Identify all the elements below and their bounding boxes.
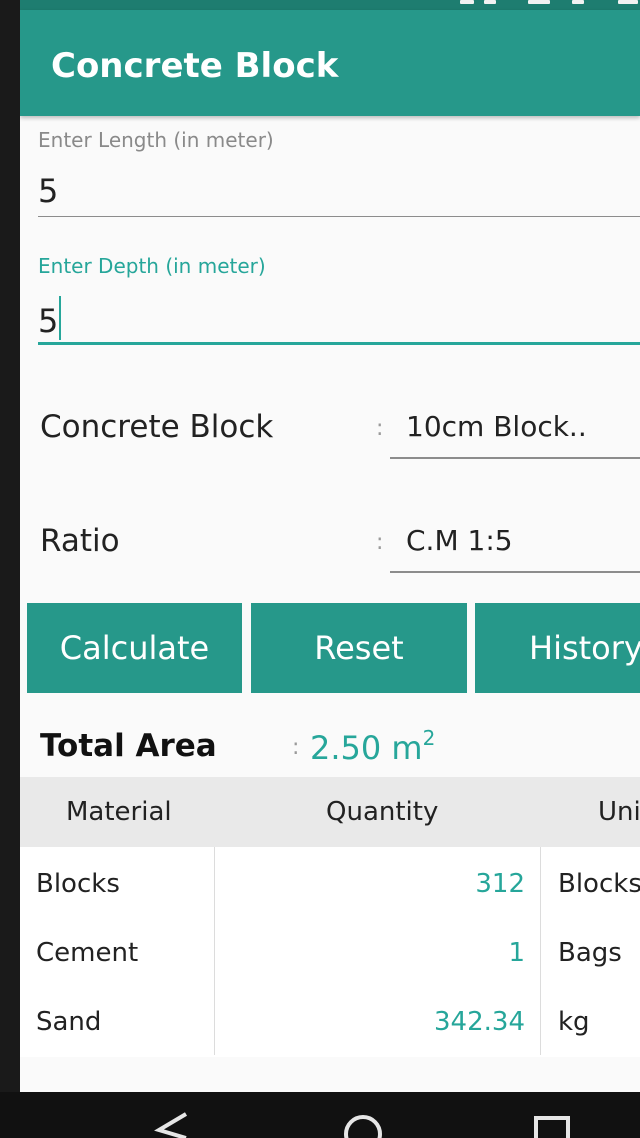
results-table-body: Blocks 312 Blocks Cement 1 Bags Sand 342… <box>20 847 640 1057</box>
column-divider <box>540 847 541 1055</box>
depth-input-value: 5 <box>38 302 59 340</box>
ratio-colon: : <box>376 530 384 555</box>
row-material: Blocks <box>36 869 120 899</box>
depth-input[interactable]: 5 <box>38 296 62 340</box>
row-quantity: 312 <box>475 869 525 899</box>
page-title: Concrete Block <box>51 46 339 86</box>
total-area-colon: : <box>292 735 300 760</box>
row-unit: kg <box>558 1007 590 1037</box>
navigation-bar-graphics <box>154 1112 570 1138</box>
status-bar <box>20 0 640 10</box>
depth-field-label: Enter Depth (in meter) <box>38 254 266 278</box>
reset-button[interactable]: Reset <box>251 603 467 693</box>
navigation-bar <box>0 1092 640 1138</box>
calculate-button[interactable]: Calculate <box>27 603 242 693</box>
total-area-number: 2.50 m <box>310 729 423 767</box>
battery-icon <box>528 0 550 4</box>
text-cursor <box>59 296 62 340</box>
row-unit: Bags <box>558 938 622 968</box>
notification-icon <box>572 0 584 4</box>
results-table-header: Material Quantity Uni <box>20 777 640 847</box>
row-quantity: 342.34 <box>434 1007 525 1037</box>
total-area-value: 2.50 m2 <box>310 726 435 767</box>
total-area-exponent: 2 <box>422 726 436 750</box>
header-material: Material <box>66 797 172 827</box>
length-input[interactable]: 5 <box>38 172 58 210</box>
wifi-icon <box>484 0 496 4</box>
concrete-block-label: Concrete Block <box>40 409 274 445</box>
concrete-block-select-underline <box>390 457 640 459</box>
total-area-label: Total Area <box>40 728 217 764</box>
concrete-block-colon: : <box>376 416 384 441</box>
header-quantity: Quantity <box>326 797 439 827</box>
clock-icon <box>618 0 638 4</box>
ratio-label: Ratio <box>40 523 120 559</box>
app-bar: Concrete Block <box>20 10 640 116</box>
app-screen: Concrete Block Enter Length (in meter) 5… <box>20 0 640 1092</box>
length-field-label: Enter Length (in meter) <box>38 128 274 152</box>
header-unit: Uni <box>598 797 640 827</box>
row-quantity: 1 <box>508 938 525 968</box>
row-unit: Blocks <box>558 869 640 899</box>
row-material: Sand <box>36 1007 102 1037</box>
ratio-select-underline <box>390 571 640 573</box>
signal-icon <box>460 0 474 4</box>
back-icon[interactable] <box>154 1112 188 1138</box>
history-button[interactable]: History <box>475 603 640 693</box>
column-divider <box>214 847 215 1055</box>
concrete-block-select[interactable]: 10cm Block.. <box>406 410 587 443</box>
depth-input-underline <box>38 342 640 345</box>
ratio-select[interactable]: C.M 1:5 <box>406 524 513 557</box>
recents-icon[interactable] <box>534 1116 570 1138</box>
length-input-underline <box>38 216 640 217</box>
row-material: Cement <box>36 938 139 968</box>
home-icon[interactable] <box>344 1115 382 1138</box>
